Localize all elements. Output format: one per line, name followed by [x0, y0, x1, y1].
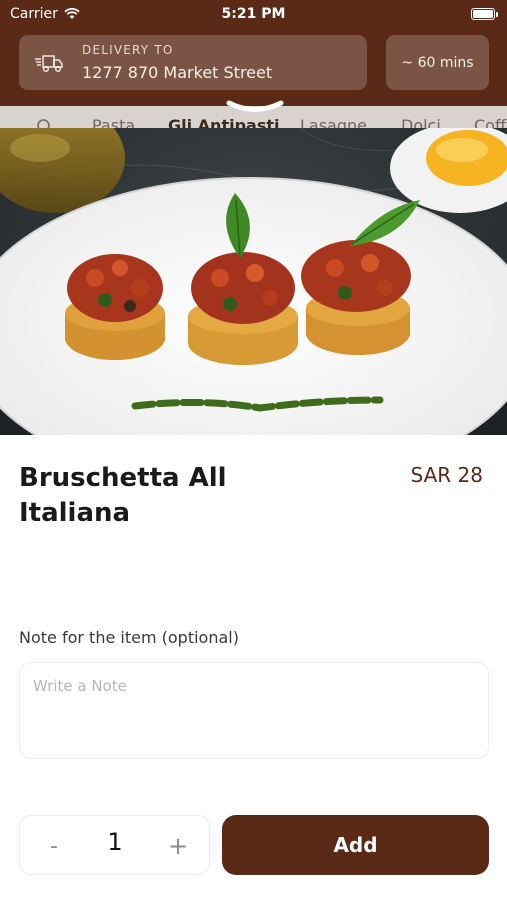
delivery-address-card[interactable]: DELIVERY TO 1277 870 Market Street: [19, 35, 367, 90]
header-bar: Carrier 5:21 PM DELIVERY TO 1277 870 Mar…: [0, 0, 507, 106]
increase-quantity-button[interactable]: +: [158, 826, 198, 866]
note-input[interactable]: [19, 662, 489, 759]
status-time: 5:21 PM: [221, 6, 286, 22]
delivery-truck-icon: [35, 55, 63, 73]
status-bar: Carrier 5:21 PM: [0, 0, 507, 30]
delivery-address: 1277 870 Market Street: [82, 63, 273, 82]
quantity-stepper: - 1 +: [19, 815, 210, 875]
note-label: Note for the item (optional): [19, 628, 239, 647]
collapse-handle-icon[interactable]: [226, 100, 284, 114]
bruschetta-photo: [0, 128, 507, 435]
product-name: Bruschetta All Italiana: [19, 463, 227, 528]
product-image: [0, 128, 507, 435]
quantity-value: 1: [107, 828, 123, 856]
product-price: SAR 28: [410, 463, 483, 487]
delivery-to-label: DELIVERY TO: [82, 43, 174, 57]
add-to-cart-button[interactable]: Add: [222, 815, 489, 875]
eta-badge[interactable]: ~ 60 mins: [386, 35, 489, 90]
battery-icon: [471, 8, 498, 20]
decrease-quantity-button[interactable]: -: [34, 826, 74, 866]
